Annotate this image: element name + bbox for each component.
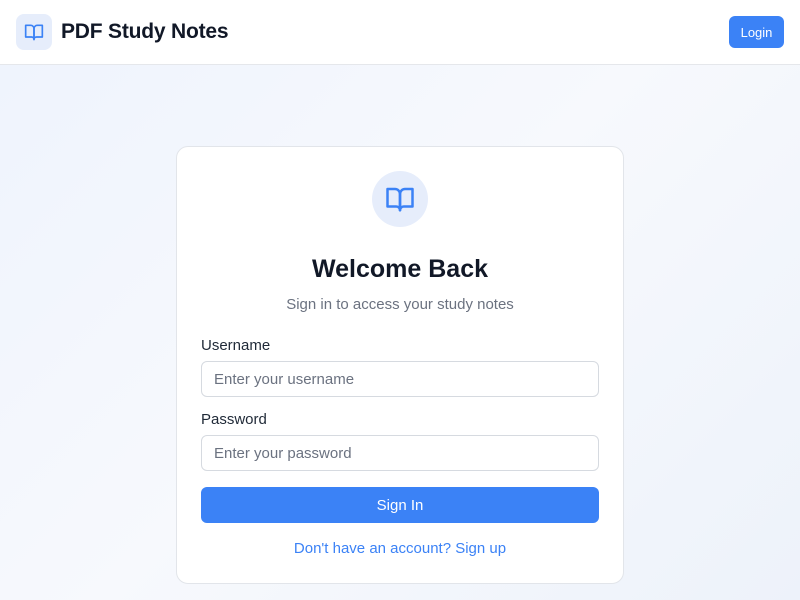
brand: PDF Study Notes [16,14,229,50]
sign-in-button[interactable]: Sign In [201,487,599,523]
top-header: PDF Study Notes Login [0,0,800,65]
sign-up-link[interactable]: Don't have an account? Sign up [201,540,599,557]
password-input[interactable] [201,435,599,471]
page-title: Welcome Back [311,255,488,283]
username-label: Username [201,337,271,354]
login-button[interactable]: Login [729,16,784,48]
password-label: Password [201,411,267,428]
page-subtitle: Sign in to access your study notes [286,296,514,313]
book-open-icon [16,14,52,50]
app-title: PDF Study Notes [61,20,229,43]
login-card: Welcome Back Sign in to access your stud… [176,146,624,584]
book-open-icon [372,171,428,227]
username-input[interactable] [201,361,599,397]
